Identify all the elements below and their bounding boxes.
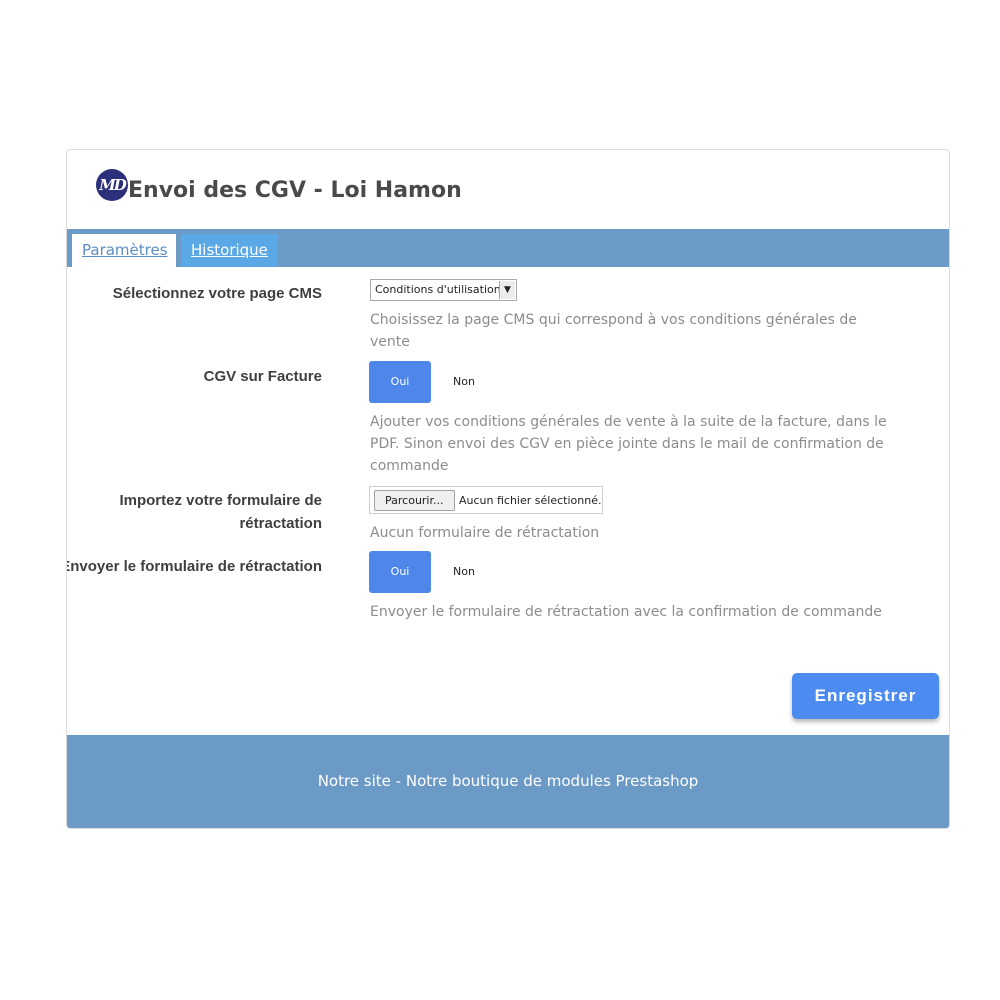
cgv-invoice-help: Ajouter vos conditions générales de vent… (370, 414, 887, 474)
tab-parametres[interactable]: Paramètres (72, 234, 176, 267)
module-header: MD Envoi des CGV - Loi Hamon (67, 150, 949, 228)
tab-historique[interactable]: Historique (181, 234, 278, 267)
send-withdrawal-no-button[interactable]: Non (435, 551, 493, 593)
page-title: Envoi des CGV - Loi Hamon (128, 178, 462, 203)
cms-page-label: Sélectionnez votre page CMS (112, 285, 322, 302)
save-button[interactable]: Enregistrer (792, 673, 939, 719)
footer: Notre site - Notre boutique de modules P… (67, 735, 949, 828)
cms-page-selected-value: Conditions d'utilisation (375, 283, 501, 296)
dropdown-arrow-icon: ▼ (499, 281, 515, 299)
cgv-invoice-yes-button[interactable]: Oui (369, 361, 431, 403)
module-panel: MD Envoi des CGV - Loi Hamon Paramètres … (66, 149, 950, 829)
withdrawal-form-label-line1: Importez votre formulaire de (119, 492, 322, 509)
send-withdrawal-help: Envoyer le formulaire de rétractation av… (370, 604, 882, 620)
footer-link[interactable]: Notre site - Notre boutique de modules P… (67, 772, 949, 790)
cgv-invoice-no-button[interactable]: Non (435, 361, 493, 403)
send-withdrawal-label: Envoyer le formulaire de rétractation (66, 558, 322, 575)
cms-page-help: Choisissez la page CMS qui correspond à … (370, 312, 857, 350)
send-withdrawal-yes-button[interactable]: Oui (369, 551, 431, 593)
browse-button[interactable]: Parcourir... (374, 490, 455, 511)
tab-bar: Paramètres Historique (67, 229, 949, 267)
withdrawal-form-help: Aucun formulaire de rétractation (370, 525, 600, 541)
cgv-invoice-label: CGV sur Facture (203, 368, 322, 385)
file-status-text: Aucun fichier sélectionné. (459, 494, 602, 507)
md-logo: MD (96, 169, 128, 201)
withdrawal-file-input[interactable]: Parcourir... Aucun fichier sélectionné. (369, 486, 603, 514)
cms-page-select[interactable]: Conditions d'utilisation ▼ (370, 279, 517, 301)
withdrawal-form-label-line2: rétractation (239, 515, 322, 532)
